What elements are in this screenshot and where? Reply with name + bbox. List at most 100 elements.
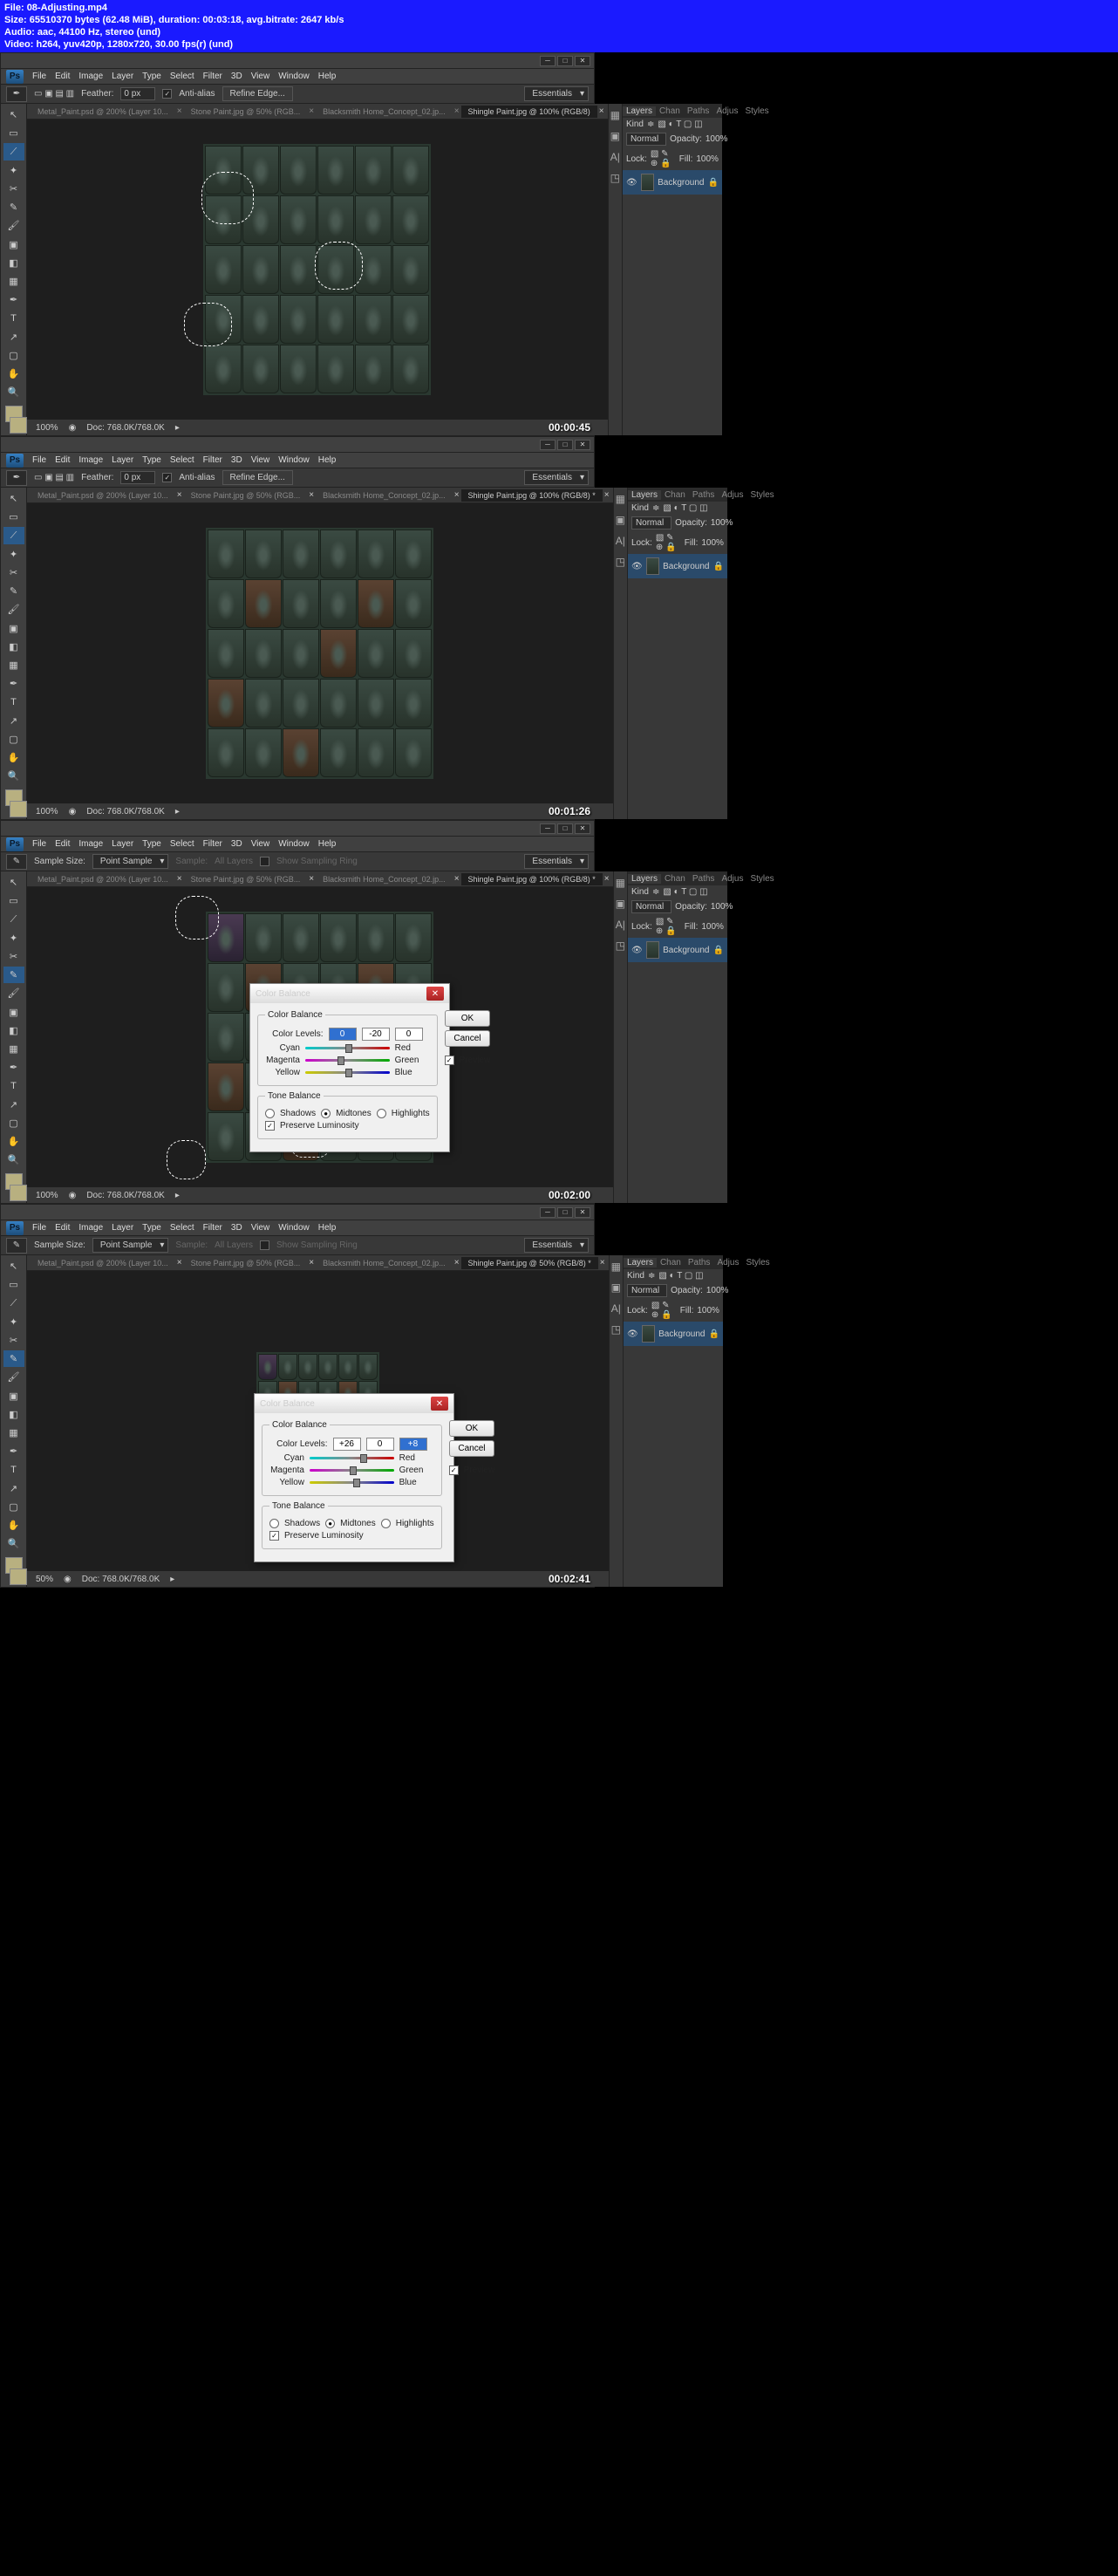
blend-mode[interactable]: Normal: [626, 133, 666, 146]
adjust-tab[interactable]: Adjus: [712, 106, 741, 116]
tab-metal[interactable]: Metal_Paint.psd @ 200% (Layer 10...: [31, 106, 175, 118]
shadows-radio[interactable]: [269, 1519, 279, 1528]
maximize-button[interactable]: □: [557, 56, 573, 66]
wand-tool[interactable]: ✦: [3, 162, 24, 179]
yellow-input[interactable]: [395, 1028, 423, 1041]
midtones-radio[interactable]: ●: [321, 1109, 331, 1118]
dialog-close-button[interactable]: ✕: [426, 987, 444, 1001]
cancel-button[interactable]: Cancel: [445, 1030, 491, 1047]
magenta-input[interactable]: [362, 1028, 390, 1041]
magenta-green-slider[interactable]: [310, 1469, 394, 1472]
yellow-input[interactable]: [399, 1438, 427, 1451]
workspace-selector[interactable]: Essentials: [524, 86, 589, 101]
shape-tool[interactable]: ▢: [3, 347, 24, 364]
eraser-tool[interactable]: ◧: [3, 255, 24, 271]
channels-tab[interactable]: Chan: [656, 106, 684, 116]
menu-image[interactable]: Image: [78, 72, 103, 81]
cyan-input[interactable]: [329, 1028, 357, 1041]
path-tool[interactable]: ↗: [3, 329, 24, 345]
menu-layer[interactable]: Layer: [112, 72, 133, 81]
workspace-selector[interactable]: Essentials: [524, 470, 589, 485]
pen-tool[interactable]: ✒: [3, 291, 24, 308]
selection-mode-icons[interactable]: ▭ ▣ ▤ ▥: [34, 89, 74, 99]
color-panel-icon[interactable]: ▦: [610, 109, 620, 121]
show-ring-checkbox[interactable]: [260, 857, 269, 866]
menu-window[interactable]: Window: [278, 72, 310, 81]
magenta-green-slider[interactable]: [305, 1059, 390, 1062]
antialias-checkbox[interactable]: ✓: [162, 89, 172, 99]
layers-tab[interactable]: Layers: [623, 106, 656, 116]
play-icon[interactable]: ▸: [175, 423, 180, 433]
preserve-luminosity-checkbox[interactable]: ✓: [265, 1121, 275, 1131]
tab-stone[interactable]: Stone Paint.jpg @ 50% (RGB...: [184, 106, 308, 118]
crop-tool[interactable]: ✂: [3, 181, 24, 197]
tab-blacksmith[interactable]: Blacksmith Home_Concept_02.jp...: [316, 106, 453, 118]
menu-filter[interactable]: Filter: [203, 72, 222, 81]
refine-edge-button[interactable]: Refine Edge...: [222, 470, 293, 485]
tab-shingle[interactable]: Shingle Paint.jpg @ 100% (RGB/8): [461, 106, 597, 118]
cyan-red-slider[interactable]: [310, 1457, 394, 1459]
canvas[interactable]: Color Balance✕ Color Balance Color Level…: [27, 1271, 609, 1571]
move-tool[interactable]: ↖: [3, 106, 24, 123]
brush-tool[interactable]: 🖌: [3, 217, 24, 234]
midtones-radio[interactable]: ●: [325, 1519, 335, 1528]
refine-edge-button[interactable]: Refine Edge...: [222, 86, 293, 101]
eyedropper-tool-icon[interactable]: ✎: [6, 854, 27, 870]
cyan-red-slider[interactable]: [305, 1047, 390, 1049]
tab-shingle[interactable]: Shingle Paint.jpg @ 100% (RGB/8) *: [461, 489, 603, 502]
shadows-radio[interactable]: [265, 1109, 275, 1118]
yellow-blue-slider[interactable]: [305, 1071, 390, 1074]
marquee-tool[interactable]: ▭: [3, 125, 24, 141]
eyedropper-tool[interactable]: ✎: [3, 967, 24, 983]
zoom-level[interactable]: 50%: [36, 1575, 53, 1584]
feather-input[interactable]: [120, 87, 155, 100]
cyan-input[interactable]: [333, 1438, 361, 1451]
type-panel-icon[interactable]: A|: [610, 151, 620, 163]
canvas[interactable]: [27, 120, 608, 420]
menu-help[interactable]: Help: [318, 72, 337, 81]
highlights-radio[interactable]: [377, 1109, 386, 1118]
menu-select[interactable]: Select: [170, 72, 194, 81]
ok-button[interactable]: OK: [449, 1420, 495, 1437]
magenta-input[interactable]: [366, 1438, 394, 1451]
history-panel-icon[interactable]: ◳: [610, 172, 620, 184]
preserve-luminosity-checkbox[interactable]: ✓: [269, 1531, 279, 1541]
stamp-tool[interactable]: ▣: [3, 236, 24, 253]
close-button[interactable]: ✕: [575, 56, 590, 66]
lasso-tool-icon[interactable]: ✒: [6, 470, 27, 486]
minimize-button[interactable]: ─: [540, 56, 556, 66]
type-tool[interactable]: T: [3, 310, 24, 326]
eyedropper-tool[interactable]: ✎: [3, 199, 24, 215]
hand-tool[interactable]: ✋: [3, 366, 24, 382]
swatches-panel-icon[interactable]: ▣: [610, 130, 620, 142]
styles-tab[interactable]: Styles: [741, 106, 772, 116]
menu-view[interactable]: View: [251, 72, 270, 81]
canvas[interactable]: Color Balance✕ Color Balance Color Level…: [27, 887, 613, 1187]
background-color[interactable]: [10, 417, 27, 434]
layer-background[interactable]: 👁Background🔒: [623, 170, 722, 195]
preview-checkbox[interactable]: ✓: [449, 1466, 459, 1475]
canvas[interactable]: [27, 503, 613, 803]
menu-edit[interactable]: Edit: [55, 72, 70, 81]
lasso-tool[interactable]: ⟋: [3, 143, 24, 160]
yellow-blue-slider[interactable]: [310, 1481, 394, 1484]
menu-3d[interactable]: 3D: [231, 72, 242, 81]
menu-type[interactable]: Type: [142, 72, 161, 81]
dialog-title: Color Balance: [256, 989, 310, 999]
cancel-button[interactable]: Cancel: [449, 1440, 495, 1457]
sample-size-select[interactable]: Point Sample: [92, 854, 168, 869]
menu-file[interactable]: File: [32, 72, 46, 81]
lasso-tool-icon[interactable]: ✒: [6, 86, 27, 102]
preview-checkbox[interactable]: ✓: [445, 1056, 454, 1065]
paths-tab[interactable]: Paths: [684, 106, 713, 116]
feather-input[interactable]: [120, 471, 155, 484]
gradient-tool[interactable]: ▦: [3, 273, 24, 290]
dialog-close-button[interactable]: ✕: [431, 1397, 448, 1411]
workspace-selector[interactable]: Essentials: [524, 854, 589, 869]
zoom-tool[interactable]: 🔍: [3, 384, 24, 400]
visibility-icon[interactable]: 👁: [626, 178, 637, 188]
highlights-radio[interactable]: [381, 1519, 391, 1528]
ok-button[interactable]: OK: [445, 1010, 491, 1027]
scroll-icon[interactable]: ◉: [69, 423, 77, 433]
zoom-level[interactable]: 100%: [36, 423, 58, 433]
